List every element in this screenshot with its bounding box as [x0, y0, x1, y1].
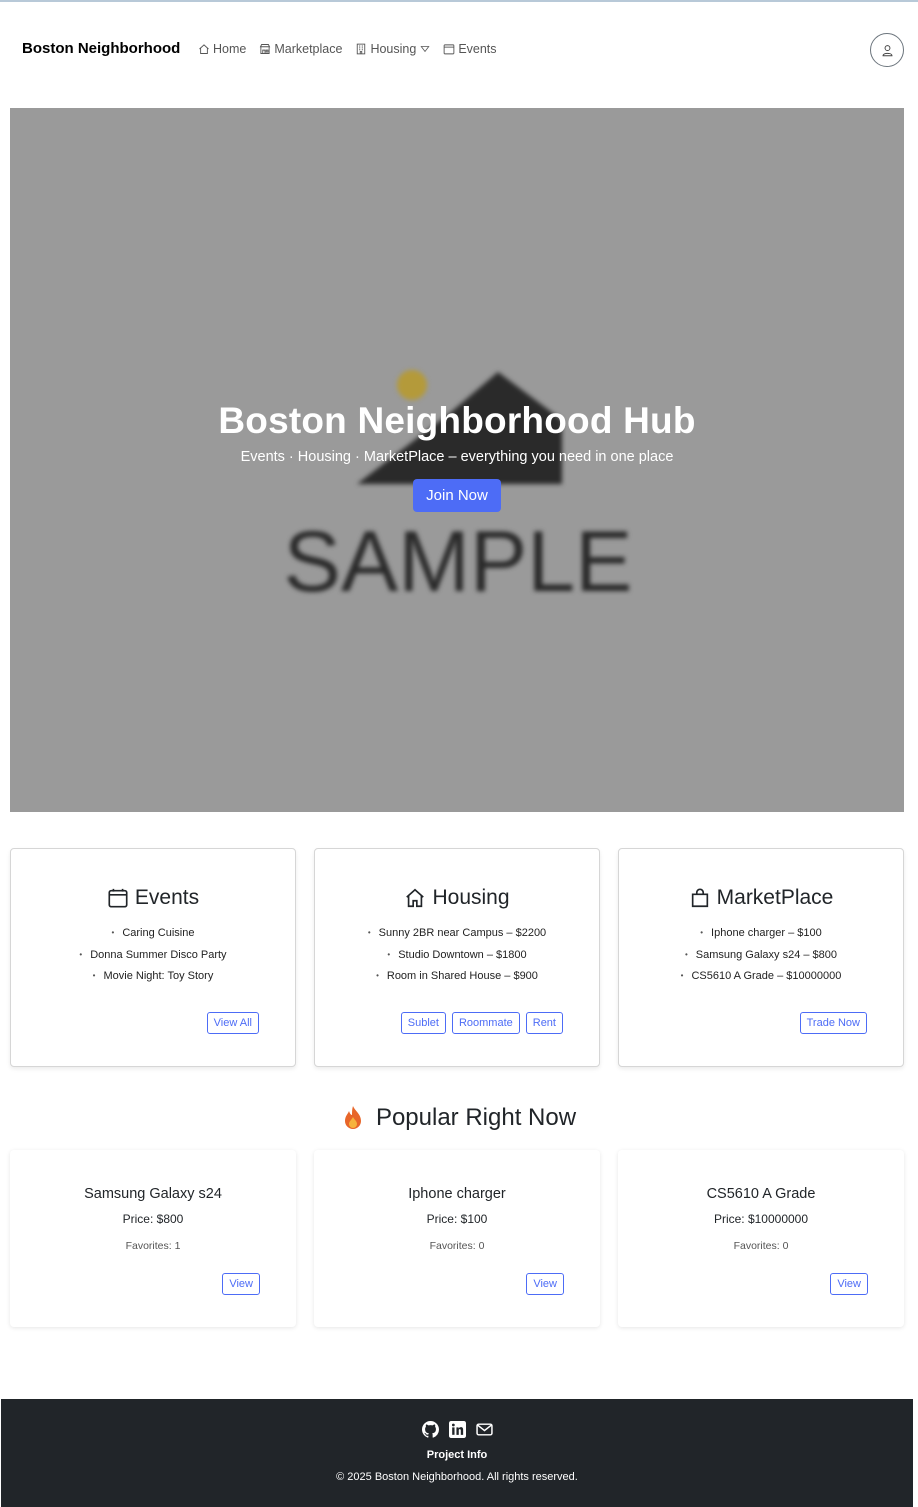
card-list: Iphone charger – $100 Samsung Galaxy s24… — [619, 923, 903, 988]
list-item: Sunny 2BR near Campus – $2200 — [315, 923, 599, 945]
building-icon — [357, 43, 366, 55]
list-item: CS5610 A Grade – $10000000 — [619, 966, 903, 988]
card-title: Events — [134, 886, 200, 909]
nav-item-marketplace[interactable]: Marketplace — [259, 42, 342, 56]
popular-item-card: Samsung Galaxy s24 Price: $800 Favorites… — [10, 1150, 296, 1327]
calendar-icon — [108, 888, 128, 908]
list-item: Caring Cuisine — [11, 923, 295, 945]
brand-logo[interactable]: Boston Neighborhood — [22, 40, 180, 57]
view-button[interactable]: View — [830, 1273, 868, 1295]
item-actions: View — [222, 1273, 260, 1295]
list-item: Movie Night: Toy Story — [11, 966, 295, 988]
card-title: MarketPlace — [716, 886, 834, 909]
item-name: Samsung Galaxy s24 — [84, 1186, 222, 1202]
nav-item-events[interactable]: Events — [443, 42, 497, 56]
item-actions: View — [830, 1273, 868, 1295]
shopping-bag-icon — [691, 888, 708, 908]
home-icon — [199, 44, 209, 54]
item-favorites: Favorites: 0 — [429, 1240, 485, 1252]
house-icon — [406, 888, 425, 908]
nav-menu: Home Marketplace Housing Events — [198, 42, 510, 56]
popular-item-card: Iphone charger Price: $100 Favorites: 0 … — [314, 1150, 600, 1327]
item-price: Price: $800 — [122, 1212, 184, 1226]
card-list: Caring Cuisine Donna Summer Disco Party … — [11, 923, 295, 988]
card-title: Housing — [432, 886, 510, 909]
hero-subtitle: Events · Housing · MarketPlace – everyth… — [240, 449, 674, 465]
envelope-icon — [475, 1423, 493, 1436]
list-item: Donna Summer Disco Party — [11, 945, 295, 967]
fire-icon — [344, 1106, 361, 1129]
item-price: Price: $100 — [426, 1212, 488, 1226]
nav-item-label: Home — [213, 42, 247, 56]
card-actions: View All — [201, 1012, 259, 1034]
list-item: Room in Shared House – $900 — [315, 966, 599, 988]
view-button[interactable]: View — [222, 1273, 260, 1295]
hero-title: Boston Neighborhood Hub — [218, 400, 696, 441]
navbar: Boston Neighborhood Home Marketplace Hou… — [0, 2, 918, 98]
calendar-icon — [443, 44, 455, 55]
email-link[interactable] — [475, 1421, 493, 1438]
social-links — [1, 1421, 913, 1438]
sublet-button[interactable]: Sublet — [400, 1012, 446, 1034]
nav-item-label: Housing — [370, 42, 417, 56]
item-name: CS5610 A Grade — [706, 1186, 816, 1202]
trade-now-button[interactable]: Trade Now — [799, 1012, 867, 1034]
nav-item-home[interactable]: Home — [198, 42, 246, 56]
github-link[interactable] — [421, 1421, 439, 1438]
item-name: Iphone charger — [408, 1186, 506, 1202]
person-icon — [882, 44, 892, 56]
view-all-button[interactable]: View All — [206, 1012, 259, 1034]
housing-card: Housing Sunny 2BR near Campus – $2200 St… — [314, 848, 600, 1067]
nav-item-housing[interactable]: Housing — [355, 42, 430, 56]
linkedin-icon — [448, 1421, 466, 1438]
marketplace-card: MarketPlace Iphone charger – $100 Samsun… — [618, 848, 904, 1067]
list-item: Studio Downtown – $1800 — [315, 945, 599, 967]
card-actions: Trade Now — [794, 1012, 867, 1034]
card-header: Events — [11, 886, 295, 910]
github-icon — [421, 1421, 439, 1438]
popular-item-card: CS5610 A Grade Price: $10000000 Favorite… — [618, 1150, 904, 1327]
view-button[interactable]: View — [526, 1273, 564, 1295]
events-card: Events Caring Cuisine Donna Summer Disco… — [10, 848, 296, 1067]
list-item: Samsung Galaxy s24 – $800 — [619, 945, 903, 967]
hero-content: Boston Neighborhood Hub Events · Housing… — [10, 400, 904, 512]
nav-item-label: Events — [458, 42, 497, 56]
profile-button[interactable] — [870, 33, 904, 67]
nav-item-label: Marketplace — [274, 42, 343, 56]
item-actions: View — [526, 1273, 564, 1295]
shop-icon — [260, 44, 271, 54]
item-favorites: Favorites: 1 — [125, 1240, 181, 1252]
hero-banner: SAMPLE Boston Neighborhood Hub Events · … — [10, 108, 904, 812]
copyright-text: © 2025 Boston Neighborhood. All rights r… — [336, 1471, 578, 1483]
list-item: Iphone charger – $100 — [619, 923, 903, 945]
item-favorites: Favorites: 0 — [733, 1240, 789, 1252]
card-actions: Sublet Roommate Rent — [395, 1012, 563, 1034]
project-info-link[interactable]: Project Info — [1, 1449, 913, 1461]
popular-title: Popular Right Now — [375, 1104, 577, 1131]
rent-button[interactable]: Rent — [525, 1012, 563, 1034]
chevron-down-icon — [420, 46, 430, 53]
card-header: MarketPlace — [619, 886, 903, 910]
card-list: Sunny 2BR near Campus – $2200 Studio Dow… — [315, 923, 599, 988]
hero-image-watermark: SAMPLE — [284, 514, 633, 610]
join-now-button[interactable]: Join Now — [413, 479, 501, 512]
item-price: Price: $10000000 — [713, 1212, 809, 1226]
card-header: Housing — [315, 886, 599, 910]
linkedin-link[interactable] — [448, 1421, 466, 1438]
footer: Project Info © 2025 Boston Neighborhood.… — [1, 1399, 913, 1507]
popular-header: Popular Right Now — [0, 1104, 918, 1132]
roommate-button[interactable]: Roommate — [451, 1012, 520, 1034]
